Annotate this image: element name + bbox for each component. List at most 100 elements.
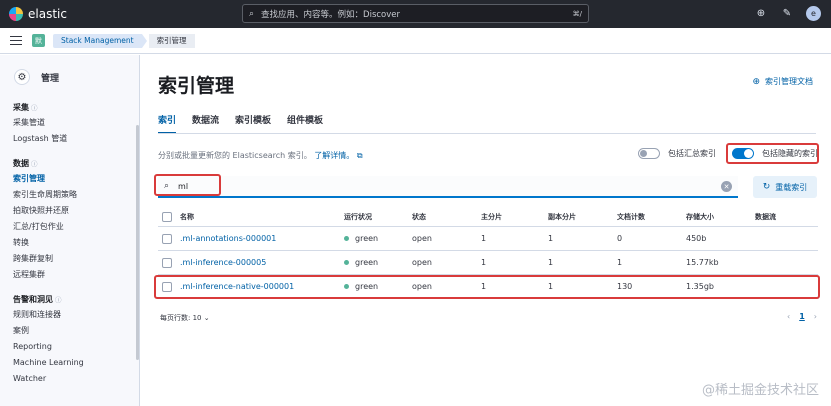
index-name-link[interactable]: .ml-annotations-000001 bbox=[180, 234, 276, 243]
breadcrumb-stack-management[interactable]: Stack Management bbox=[53, 33, 142, 48]
page-description: 分别或批量更新您的 Elasticsearch 索引。 了解详情。 ⧉ bbox=[158, 150, 363, 161]
info-icon[interactable]: ⓘ bbox=[31, 104, 38, 112]
sidebar-title: 管理 bbox=[41, 73, 60, 84]
tab-indices[interactable]: 索引 bbox=[158, 113, 177, 134]
watermark: @稀土掘金技术社区 bbox=[701, 383, 819, 398]
next-page-icon[interactable]: › bbox=[814, 312, 817, 321]
row-checkbox[interactable] bbox=[162, 233, 172, 244]
search-shortcut: ⌘/ bbox=[572, 9, 582, 18]
primary-cell: 1 bbox=[481, 258, 487, 267]
rollup-toggle-group: 包括汇总索引 bbox=[638, 148, 716, 159]
refresh-icon: ↻ bbox=[762, 182, 771, 192]
top-bar: elastic ⌕ 查找应用、内容等。例如：Discover ⌘/ ⊕ ✎ e bbox=[0, 0, 831, 28]
main-content: 索引管理 ⊕ 索引管理文档 索引 数据流 索引模板 组件模板 分别或批量更新您的… bbox=[141, 55, 831, 406]
docs-link[interactable]: ⊕ 索引管理文档 bbox=[752, 76, 813, 87]
sidebar-scrollbar[interactable] bbox=[136, 125, 139, 360]
table-header-row: 名称 运行状况 状态 主分片 副本分片 文档计数 存储大小 数据流 bbox=[158, 207, 818, 227]
page-number[interactable]: 1 bbox=[799, 312, 805, 321]
avatar[interactable]: e bbox=[806, 6, 821, 21]
column-header-storage-size[interactable]: 存储大小 bbox=[686, 212, 714, 222]
sidebar-item-remote-clusters[interactable]: 远程集群 bbox=[0, 267, 139, 283]
row-checkbox[interactable] bbox=[162, 257, 172, 268]
index-name-link[interactable]: .ml-inference-000005 bbox=[180, 258, 266, 267]
sidebar-item-ingest-pipelines[interactable]: 采集管道 bbox=[0, 115, 139, 131]
rows-per-page-label: 每页行数: 10 bbox=[160, 314, 202, 322]
description-text: 分别或批量更新您的 Elasticsearch 索引。 bbox=[158, 151, 312, 160]
reload-indices-button[interactable]: ↻ 重载索引 bbox=[753, 176, 817, 198]
health-dot bbox=[344, 236, 349, 241]
docs-count-cell: 0 bbox=[617, 234, 623, 243]
column-header-health[interactable]: 运行状况 bbox=[344, 212, 372, 222]
tabs-divider bbox=[158, 133, 816, 134]
sidebar-item-machine-learning[interactable]: Machine Learning bbox=[0, 355, 139, 371]
health-cell: green bbox=[344, 258, 378, 267]
sidebar-group-data: 数据 ⓘ 索引管理 索引生命周期策略 拍取快照并还原 汇总/打包作业 转换 跨集群… bbox=[0, 157, 139, 283]
info-icon[interactable]: ⓘ bbox=[55, 296, 62, 304]
column-header-docs-count[interactable]: 文档计数 bbox=[617, 212, 645, 222]
news-icon[interactable]: ✎ bbox=[780, 7, 794, 21]
status-cell: open bbox=[412, 234, 432, 243]
sidebar-item-transforms[interactable]: 转换 bbox=[0, 235, 139, 251]
info-icon[interactable]: ⓘ bbox=[31, 160, 38, 168]
tab-index-templates[interactable]: 索引模板 bbox=[235, 113, 271, 134]
page-title: 索引管理 bbox=[158, 75, 235, 97]
tab-bar: 索引 数据流 索引模板 组件模板 bbox=[158, 113, 323, 134]
breadcrumb-index-management: 索引管理 bbox=[148, 33, 195, 48]
sidebar-item-rules-connectors[interactable]: 规则和连接器 bbox=[0, 307, 139, 323]
search-icon: ⌕ bbox=[249, 8, 255, 19]
brand-name: elastic bbox=[28, 7, 67, 21]
sidebar-item-index-management[interactable]: 索引管理 bbox=[0, 171, 139, 187]
health-dot bbox=[344, 260, 349, 265]
external-link-icon: ⧉ bbox=[356, 151, 363, 160]
elastic-logo-icon bbox=[9, 7, 23, 21]
sidebar-item-cross-cluster-replication[interactable]: 跨集群复制 bbox=[0, 251, 139, 267]
gear-icon: ⚙ bbox=[14, 69, 30, 85]
storage-size-cell: 450b bbox=[686, 234, 707, 243]
sidebar-group-title: 数据 bbox=[13, 159, 29, 168]
column-header-primary[interactable]: 主分片 bbox=[481, 212, 502, 222]
sidebar: ⚙ 管理 采集 ⓘ 采集管道 Logstash 管道 数据 ⓘ 索引管理 索引生命周… bbox=[0, 55, 140, 406]
breadcrumb-bar: 默 Stack Management 索引管理 bbox=[0, 28, 831, 54]
replica-cell: 1 bbox=[548, 234, 554, 243]
sidebar-item-logstash-pipelines[interactable]: Logstash 管道 bbox=[0, 131, 139, 147]
space-badge[interactable]: 默 bbox=[32, 34, 45, 47]
tab-component-templates[interactable]: 组件模板 bbox=[287, 113, 323, 134]
column-header-data-stream[interactable]: 数据流 bbox=[755, 212, 776, 222]
help-icon: ⊕ bbox=[752, 76, 760, 87]
sidebar-item-ilm-policies[interactable]: 索引生命周期策略 bbox=[0, 187, 139, 203]
menu-icon[interactable] bbox=[10, 33, 22, 48]
column-header-name[interactable]: 名称 bbox=[180, 212, 194, 222]
health-text: green bbox=[355, 258, 379, 267]
clear-icon[interactable]: ✕ bbox=[721, 181, 732, 192]
highlight-box bbox=[154, 174, 221, 196]
select-all-checkbox[interactable] bbox=[162, 211, 172, 222]
sidebar-item-snapshot-restore[interactable]: 拍取快照并还原 bbox=[0, 203, 139, 219]
sidebar-item-reporting[interactable]: Reporting bbox=[0, 339, 139, 355]
global-search-placeholder: 查找应用、内容等。例如：Discover bbox=[261, 9, 401, 20]
column-header-status[interactable]: 状态 bbox=[412, 212, 426, 222]
status-cell: open bbox=[412, 258, 432, 267]
sidebar-item-watcher[interactable]: Watcher bbox=[0, 371, 139, 387]
breadcrumb-separator bbox=[141, 33, 147, 48]
sidebar-item-cases[interactable]: 案例 bbox=[0, 323, 139, 339]
sidebar-group-ingest: 采集 ⓘ 采集管道 Logstash 管道 bbox=[0, 101, 139, 147]
rollup-indices-switch[interactable] bbox=[638, 148, 660, 159]
rows-per-page-select[interactable]: 每页行数: 10 ⌄ bbox=[160, 313, 210, 323]
highlight-box bbox=[726, 143, 819, 164]
column-header-replica[interactable]: 副本分片 bbox=[548, 212, 576, 222]
sidebar-item-rollup-jobs[interactable]: 汇总/打包作业 bbox=[0, 219, 139, 235]
tab-data-streams[interactable]: 数据流 bbox=[192, 113, 219, 134]
learn-more-link[interactable]: 了解详情。 bbox=[314, 151, 354, 160]
replica-cell: 1 bbox=[548, 258, 554, 267]
global-search[interactable]: ⌕ 查找应用、内容等。例如：Discover ⌘/ bbox=[242, 4, 589, 23]
elastic-logo[interactable]: elastic bbox=[9, 7, 67, 21]
health-cell: green bbox=[344, 234, 378, 243]
sidebar-group-title: 采集 bbox=[13, 103, 29, 112]
primary-cell: 1 bbox=[481, 234, 487, 243]
highlight-box bbox=[154, 275, 820, 299]
prev-page-icon[interactable]: ‹ bbox=[787, 312, 790, 321]
help-icon[interactable]: ⊕ bbox=[754, 7, 768, 21]
docs-link-label: 索引管理文档 bbox=[765, 77, 813, 86]
reload-button-label: 重载索引 bbox=[775, 182, 808, 192]
index-search-input[interactable]: ⌕ ml ✕ bbox=[158, 176, 738, 198]
